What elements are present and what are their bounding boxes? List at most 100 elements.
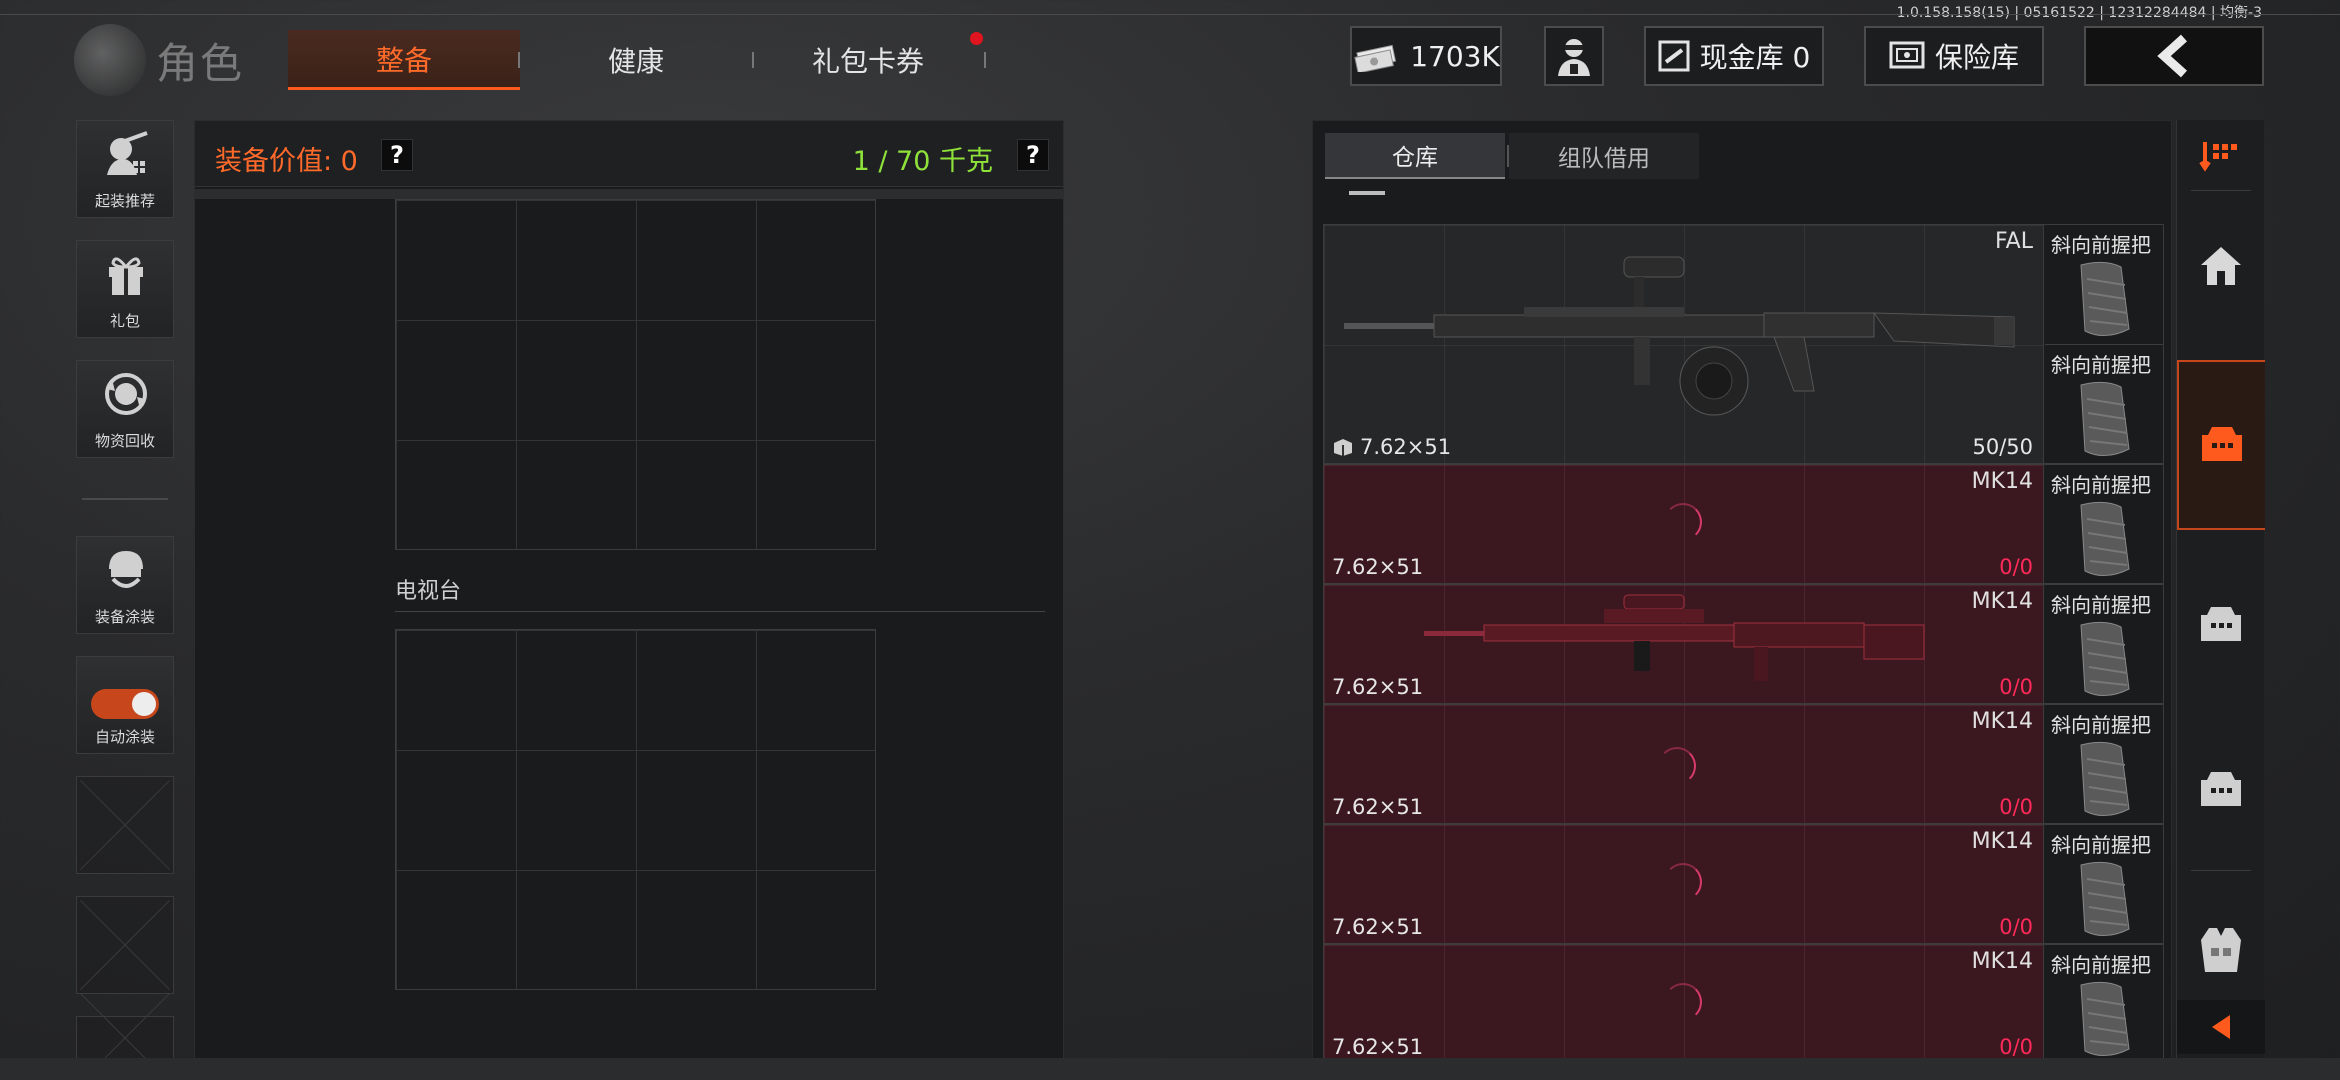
back-arrow-icon: [2157, 34, 2188, 78]
weapon-name: MK14: [1971, 709, 2033, 734]
gift-icon: [109, 257, 143, 295]
angled-foregrip-icon: [2080, 621, 2130, 696]
cash-vault-label: 现金库 0: [1699, 41, 1811, 74]
weapon-ammo: 50/50: [1972, 435, 2033, 459]
nav-divider: [2191, 870, 2251, 871]
tab-equipment[interactable]: 整备: [288, 30, 520, 90]
weapon-card[interactable]: MK14 7.62×51 0/0: [1324, 705, 2044, 823]
angled-foregrip-icon: [2080, 981, 2130, 1056]
bottom-bar: [0, 1058, 2340, 1080]
safe-box-button[interactable]: 保险库: [1864, 26, 2044, 86]
tab-separator: [518, 52, 520, 68]
ammo-max: /0: [2012, 915, 2033, 939]
attachment-name: 斜向前握把: [2051, 233, 2151, 257]
attachment-name: 斜向前握把: [2051, 953, 2151, 977]
attachment-slot[interactable]: 斜向前握把: [2045, 705, 2163, 825]
sidebar-item-gift[interactable]: 礼包: [76, 240, 174, 338]
money-display[interactable]: 1703K: [1350, 26, 1502, 86]
weapon-row-mk14[interactable]: MK14 7.62×51 0/0 斜向前握把: [1323, 464, 2164, 584]
weapon-row-fal[interactable]: FAL 7.62×51 50/50 斜向前握把 斜向前握把: [1323, 224, 2164, 464]
nav-storage-3[interactable]: [2177, 710, 2265, 870]
sort-button[interactable]: [2177, 128, 2265, 184]
equipment-header: 装备价值: 0 ? 1 / 70 千克 ?: [195, 121, 1063, 187]
nav-collapse[interactable]: [2177, 1000, 2265, 1054]
section-tv-station: 电视台: [395, 579, 462, 604]
angled-foregrip-icon: [2080, 381, 2130, 456]
notification-dot: [970, 32, 983, 45]
weapon-caliber: 7.62×51: [1332, 555, 1424, 579]
storage-box-icon: [2202, 427, 2242, 461]
value-help-button[interactable]: ?: [381, 139, 413, 171]
nav-home[interactable]: [2177, 216, 2265, 316]
ammo-current: 0: [1999, 795, 2013, 819]
version-info: 1.0.158.158(15) | 05161522 | 12312284484…: [1896, 5, 2262, 21]
weapon-row-mk14[interactable]: MK14 7.62×51 0/0 斜向前握把: [1323, 584, 2164, 704]
sidebar-item-label: 礼包: [109, 312, 140, 330]
weapon-row-mk14[interactable]: MK14 7.62×51 0/0 斜向前握把: [1323, 824, 2164, 944]
empty-slot: [76, 1016, 174, 1060]
nav-storage-1[interactable]: [2177, 360, 2265, 530]
attachment-slot[interactable]: 斜向前握把: [2045, 825, 2163, 945]
equipment-value: 装备价值: 0: [215, 146, 358, 177]
vault-icon: [1658, 40, 1690, 72]
weapon-list[interactable]: FAL 7.62×51 50/50 斜向前握把 斜向前握把 MK14 7.62×…: [1323, 224, 2165, 1061]
cash-vault-button[interactable]: 现金库 0: [1644, 26, 1824, 86]
collapse-arrow-icon: [2212, 1015, 2230, 1039]
weapon-row-mk14[interactable]: MK14 7.62×51 0/0 斜向前握把: [1323, 944, 2164, 1061]
angled-foregrip-icon: [2080, 501, 2130, 576]
sidebar-item-equipment-skin[interactable]: 装备涂装: [76, 536, 174, 634]
loading-spinner: [1664, 503, 1702, 541]
attachment-slot[interactable]: 斜向前握把: [2045, 345, 2163, 465]
angled-foregrip-icon: [2080, 741, 2130, 816]
weapon-card[interactable]: MK14 7.62×51 0/0: [1324, 585, 2044, 703]
safe-icon: [1889, 41, 1925, 69]
loading-spinner: [1664, 983, 1702, 1021]
weapon-caliber: 7.62×51: [1332, 435, 1451, 459]
weight-help-button[interactable]: ?: [1017, 139, 1049, 171]
ammo-current: 0: [1999, 555, 2013, 579]
storage-grid[interactable]: [395, 199, 876, 550]
tab-team-borrow[interactable]: 组队借用: [1509, 133, 1699, 179]
globe-icon: [74, 24, 146, 96]
equipment-panel: 装备价值: 0 ? 1 / 70 千克 ? 电视台: [194, 120, 1064, 1060]
ammo-current: 0: [1999, 1035, 2013, 1059]
weapon-card[interactable]: MK14 7.62×51 0/0: [1324, 465, 2044, 583]
agent-button[interactable]: [1544, 26, 1604, 86]
attachment-slot[interactable]: 斜向前握把: [2045, 585, 2163, 705]
nav-vest[interactable]: [2177, 900, 2265, 1000]
sort-icon: [2199, 142, 2237, 172]
ammo-current: 50: [1972, 435, 2000, 459]
attachment-slot[interactable]: 斜向前握把: [2045, 465, 2163, 585]
sidebar-item-auto-skin[interactable]: 自动涂装: [76, 656, 174, 754]
tab-equipment-label: 整备: [375, 43, 432, 77]
weapon-card[interactable]: MK14 7.62×51 0/0: [1324, 945, 2044, 1061]
sidebar-item-label: 物资回收: [94, 432, 155, 450]
weapon-card[interactable]: MK14 7.62×51 0/0: [1324, 825, 2044, 943]
sidebar-item-loadout-recommend[interactable]: 起装推荐: [76, 120, 174, 218]
home-icon: [2201, 247, 2241, 285]
auto-skin-toggle[interactable]: [91, 689, 159, 719]
tab-health[interactable]: 健康: [530, 30, 742, 90]
ammo-current: 0: [1999, 915, 2013, 939]
ammo-max: /0: [2012, 795, 2033, 819]
tab-warehouse[interactable]: 仓库: [1325, 133, 1505, 179]
soldier-gun-icon: [107, 131, 148, 175]
weapon-caliber: 7.62×51: [1332, 915, 1424, 939]
angled-foregrip-icon: [2080, 261, 2130, 336]
attachment-slot[interactable]: 斜向前握把: [2045, 225, 2163, 345]
tv-station-grid[interactable]: [395, 629, 876, 990]
weapon-ammo: 0/0: [1999, 915, 2033, 939]
ammo-max: /0: [2012, 1035, 2033, 1059]
sidebar-item-label: 自动涂装: [94, 728, 155, 746]
back-button[interactable]: [2084, 26, 2264, 86]
tab-gift-coupons[interactable]: 礼包卡券: [762, 30, 974, 90]
weapon-card[interactable]: FAL 7.62×51 50/50: [1324, 225, 2044, 463]
attachment-name: 斜向前握把: [2051, 353, 2151, 377]
weapon-row-mk14[interactable]: MK14 7.62×51 0/0 斜向前握把: [1323, 704, 2164, 824]
tab-separator: [984, 52, 986, 68]
ammo-box-icon: [1334, 439, 1352, 456]
nav-storage-2[interactable]: [2177, 540, 2265, 710]
storage-box-icon: [2201, 772, 2241, 806]
attachment-slot[interactable]: 斜向前握把: [2045, 945, 2163, 1061]
sidebar-item-recycle[interactable]: 物资回收: [76, 360, 174, 458]
